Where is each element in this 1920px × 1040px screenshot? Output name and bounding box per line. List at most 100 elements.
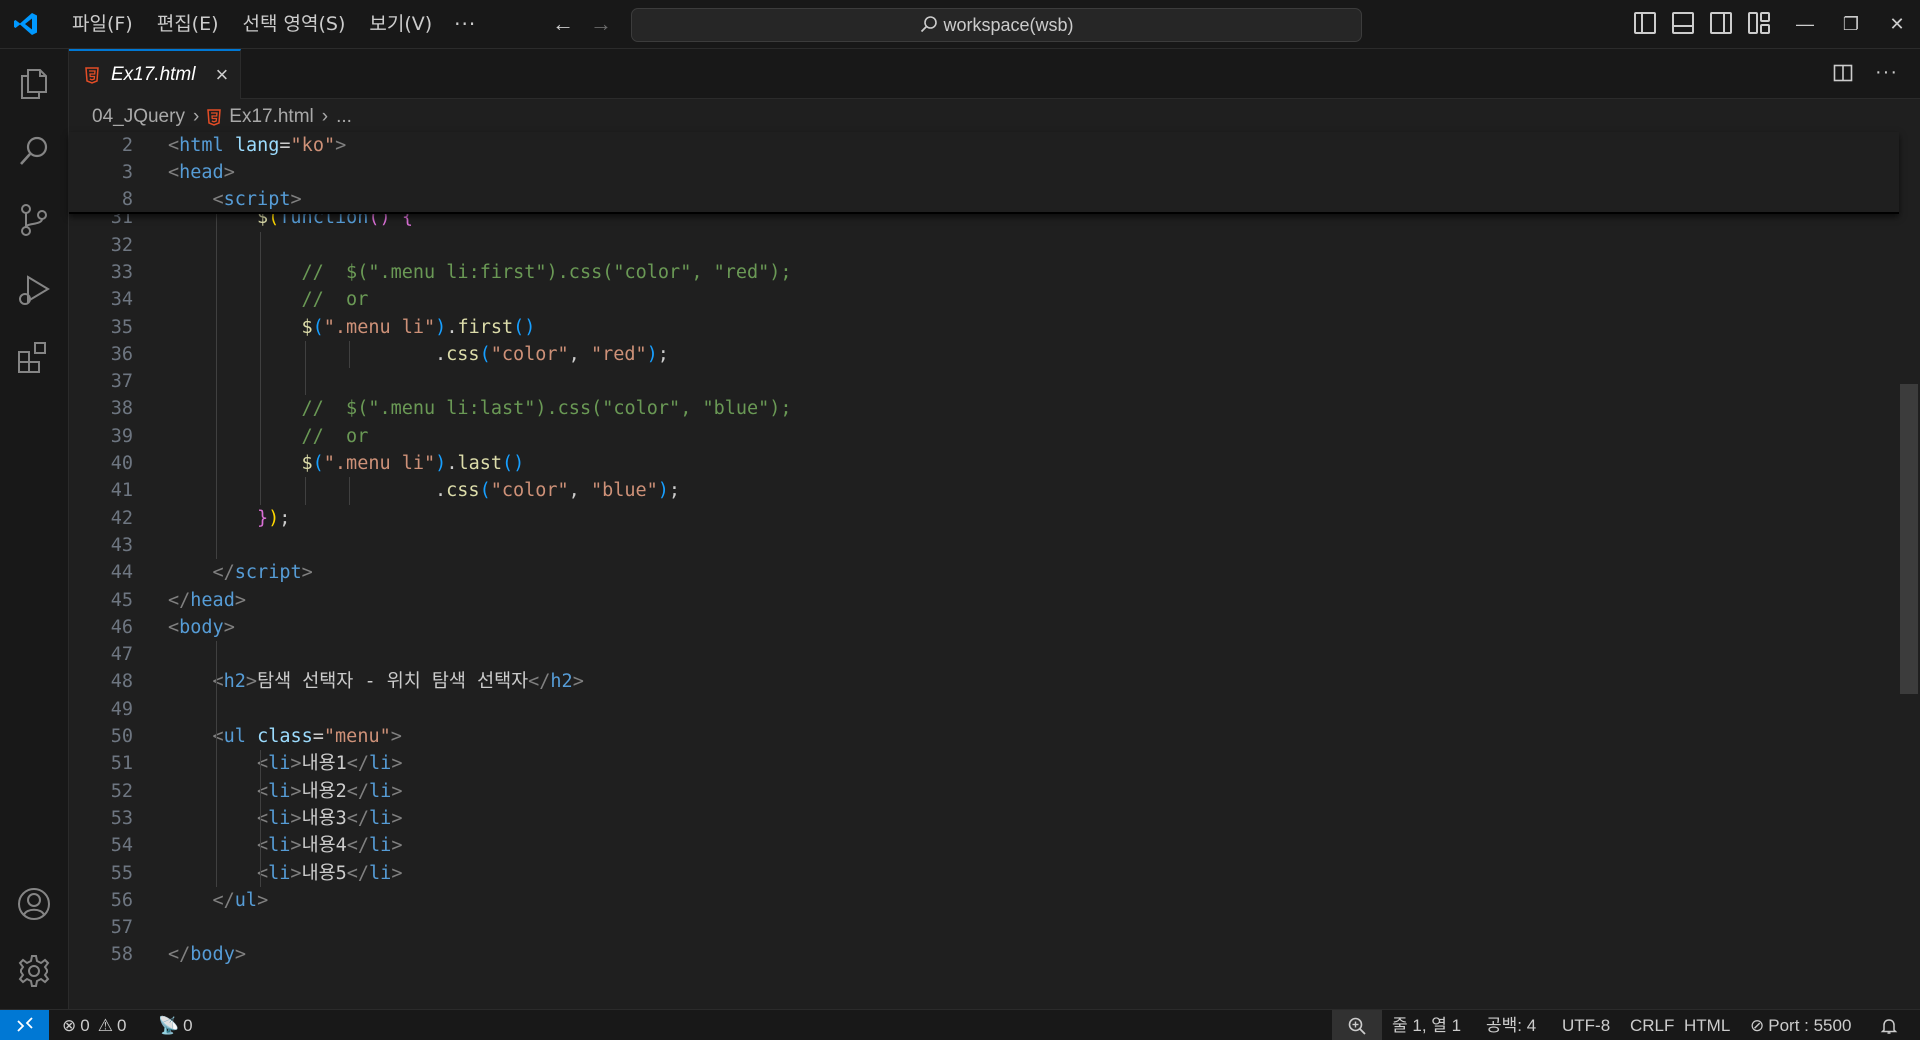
breadcrumb-folder[interactable]: 04_JQuery xyxy=(92,106,185,128)
explorer-files-icon[interactable] xyxy=(15,64,53,102)
code-line[interactable]: 32 xyxy=(69,232,1899,259)
encoding[interactable]: UTF-8 xyxy=(1562,1010,1610,1040)
editor-actions: ··· xyxy=(1833,61,1898,84)
toggle-primary-sidebar-icon[interactable] xyxy=(1634,12,1656,34)
toggle-panel-icon[interactable] xyxy=(1672,12,1694,34)
split-editor-icon[interactable] xyxy=(1833,63,1853,83)
source-control-icon[interactable] xyxy=(15,201,53,239)
live-server-port[interactable]: ⊘ Port : 5500 xyxy=(1750,1010,1851,1040)
code-token: = xyxy=(312,726,324,747)
language-mode[interactable]: HTML xyxy=(1684,1010,1730,1040)
code-line[interactable]: 48 <h2>탐색 선택자 - 위치 탐색 선택자</h2> xyxy=(69,668,1899,695)
ports-indicator[interactable]: 📡 0 xyxy=(158,1010,193,1040)
code-line[interactable]: 3 <head> xyxy=(69,159,1899,186)
code-token: "color" xyxy=(490,343,569,365)
code-token: last xyxy=(457,453,503,474)
code-line[interactable]: 41 .css("color", "blue"); xyxy=(69,477,1899,504)
code-line[interactable]: 39 // or xyxy=(69,423,1899,450)
code-line[interactable]: 57 xyxy=(69,914,1899,941)
editor-scrollbar-thumb[interactable] xyxy=(1900,384,1918,694)
code-line[interactable]: 33 // $(".menu li:first").css("color", "r… xyxy=(69,259,1899,286)
port-label: Port : 5500 xyxy=(1768,1016,1852,1035)
menu-more-button[interactable]: ··· xyxy=(444,0,486,49)
code-line[interactable]: 37 xyxy=(69,368,1899,395)
menu-selection[interactable]: 선택 영역(S) xyxy=(231,0,358,49)
settings-gear-icon[interactable] xyxy=(15,952,53,990)
line-number: 48 xyxy=(110,671,133,693)
code-line[interactable]: 50 <ul class="menu"> xyxy=(69,723,1899,750)
toggle-secondary-sidebar-icon[interactable] xyxy=(1710,12,1732,34)
code-line[interactable]: 43 xyxy=(69,532,1899,559)
code-token: li xyxy=(369,807,392,829)
code-line[interactable]: 54 <li>내용4</li> xyxy=(69,832,1899,859)
breadcrumb-more[interactable]: ... xyxy=(336,106,352,128)
line-number: 41 xyxy=(110,480,133,502)
code-token: < xyxy=(257,835,269,857)
code-line[interactable]: 58 </body> xyxy=(69,941,1899,968)
line-number: 55 xyxy=(110,862,133,884)
remote-indicator[interactable] xyxy=(0,1010,49,1040)
code-line[interactable]: 52 <li>내용2</li> xyxy=(69,778,1899,805)
tab-close-icon[interactable]: × xyxy=(215,62,228,88)
menu-file[interactable]: 파일(F) xyxy=(60,0,145,49)
code-token: $ xyxy=(301,316,313,338)
code-line[interactable]: 42}); xyxy=(69,505,1899,532)
circle-slash-icon: ⊘ xyxy=(1750,1016,1765,1035)
code-token: </ xyxy=(212,889,235,911)
indentation[interactable]: 공백: 4 xyxy=(1486,1010,1536,1040)
code-token: () xyxy=(502,453,525,474)
search-icon xyxy=(921,16,938,33)
code-text: $(".menu li").last() xyxy=(302,450,525,477)
code-token: ( xyxy=(312,453,324,474)
menu-view[interactable]: 보기(V) xyxy=(357,0,444,49)
tab-ex17-html[interactable]: Ex17.html × xyxy=(69,49,241,99)
code-line[interactable]: 44 </script> xyxy=(69,559,1899,586)
code-line[interactable]: 47 xyxy=(69,641,1899,668)
restore-icon[interactable]: ❐ xyxy=(1836,10,1866,38)
code-text: <li>내용4</li> xyxy=(257,832,402,859)
code-editor[interactable]: 3031$(function() {3233// $(".menu li:fir… xyxy=(69,132,1920,1009)
forward-arrow-icon[interactable]: → xyxy=(586,10,616,40)
command-center-search[interactable]: workspace(wsb) xyxy=(631,8,1362,42)
code-token: ul xyxy=(223,726,246,747)
run-debug-icon[interactable] xyxy=(15,271,53,309)
notifications-bell-icon[interactable] xyxy=(1880,1010,1898,1040)
code-line[interactable]: 45 </head> xyxy=(69,587,1899,614)
line-number: 36 xyxy=(110,343,133,365)
code-token: li xyxy=(369,862,392,884)
code-line[interactable]: 55 <li>내용5</li> xyxy=(69,860,1899,887)
sticky-scroll-header[interactable]: 2 <html lang="ko"> 3 <head> 8 <script> xyxy=(69,132,1899,214)
code-line[interactable]: 56 </ul> xyxy=(69,887,1899,914)
cursor-position[interactable]: 줄 1, 열 1 xyxy=(1392,1010,1461,1040)
code-line[interactable]: 34 // or xyxy=(69,286,1899,313)
code-line[interactable]: 38 // $(".menu li:last").css("color", "bl… xyxy=(69,395,1899,422)
code-line[interactable]: 2 <html lang="ko"> xyxy=(69,132,1899,159)
code-line[interactable]: 40 $(".menu li").last() xyxy=(69,450,1899,477)
menu-edit[interactable]: 편집(E) xyxy=(145,0,231,49)
code-line[interactable]: 36 .css("color", "red"); xyxy=(69,341,1899,368)
line-number: 45 xyxy=(110,589,133,611)
accounts-icon[interactable] xyxy=(15,885,53,923)
code-line[interactable]: 51 <li>내용1</li> xyxy=(69,750,1899,777)
code-line[interactable]: 8 <script> xyxy=(69,186,1899,213)
code-text: <li>내용2</li> xyxy=(257,778,402,805)
close-window-icon[interactable]: ✕ xyxy=(1882,10,1912,38)
code-line[interactable]: 53 <li>내용3</li> xyxy=(69,805,1899,832)
back-arrow-icon[interactable]: ← xyxy=(548,10,578,40)
search-activity-icon[interactable] xyxy=(15,132,53,170)
minimize-icon[interactable]: — xyxy=(1790,10,1820,38)
problems-indicator[interactable]: ⊗ 0 ⚠ 0 xyxy=(62,1010,126,1040)
code-line[interactable]: 35 $(".menu li").first() xyxy=(69,314,1899,341)
more-actions-icon[interactable]: ··· xyxy=(1875,61,1898,84)
line-ending[interactable]: CRLF xyxy=(1630,1010,1674,1040)
code-line[interactable]: 49 xyxy=(69,696,1899,723)
zoom-indicator[interactable] xyxy=(1332,1010,1382,1040)
code-text: // or xyxy=(302,286,369,313)
code-token: < xyxy=(212,189,224,210)
code-line[interactable]: 46 <body> xyxy=(69,614,1899,641)
code-token: > xyxy=(391,780,403,802)
indent-guide xyxy=(260,750,261,887)
breadcrumb-file[interactable]: Ex17.html xyxy=(229,106,313,128)
customize-layout-icon[interactable] xyxy=(1748,12,1770,34)
extensions-icon[interactable] xyxy=(15,339,53,377)
